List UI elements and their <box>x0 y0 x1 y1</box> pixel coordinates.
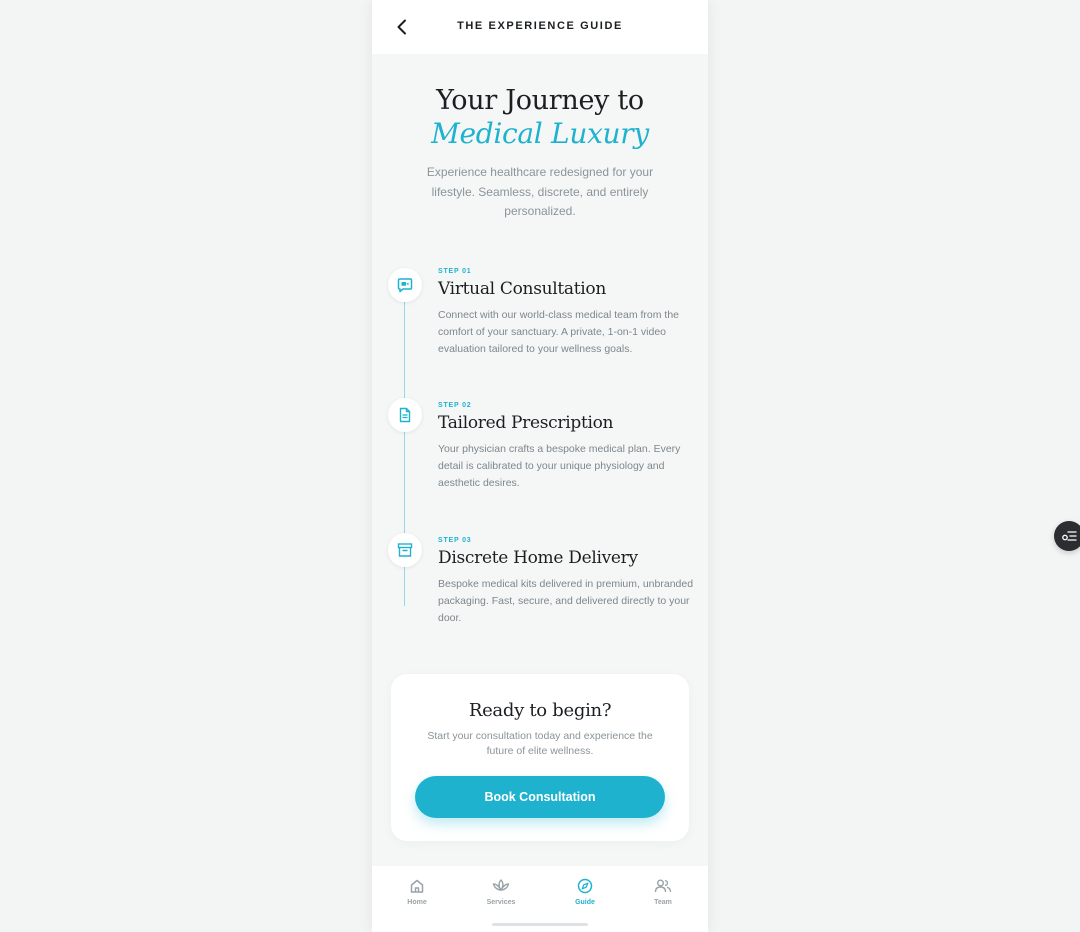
cta-card: Ready to begin? Start your consultation … <box>391 674 689 841</box>
archive-box-icon <box>397 543 413 557</box>
step-label: STEP 01 <box>438 268 472 275</box>
top-bar: THE EXPERIENCE GUIDE <box>372 0 708 54</box>
nav-item-home[interactable]: Home <box>387 876 447 906</box>
nav-item-services[interactable]: Services <box>471 876 531 906</box>
phone-screen: THE EXPERIENCE GUIDE Your Journey to Med… <box>372 0 708 932</box>
floating-settings-button[interactable] <box>1054 521 1080 551</box>
nav-label: Services <box>486 899 516 906</box>
step-description: Bespoke medical kits delivered in premiu… <box>438 578 694 625</box>
step-icon-circle <box>388 533 422 567</box>
video-chat-icon <box>397 278 413 293</box>
step-body: STEP 01 Virtual Consultation Connect wit… <box>438 268 694 359</box>
hero-subtitle: Experience healthcare redesigned for you… <box>426 165 654 218</box>
nav-label: Team <box>654 899 672 906</box>
step-title: Virtual Consultation <box>438 279 607 299</box>
step-body: STEP 02 Tailored Prescription Your physi… <box>438 402 694 493</box>
cta-title: Ready to begin? <box>468 700 612 721</box>
document-icon <box>399 407 411 423</box>
book-consultation-button[interactable]: Book Consultation <box>415 776 665 818</box>
nav-label: Guide <box>575 899 595 906</box>
step-title: Tailored Prescription <box>438 413 614 433</box>
step-title: Discrete Home Delivery <box>438 548 638 568</box>
step-description: Connect with our world-class medical tea… <box>438 309 680 356</box>
step-label: STEP 03 <box>438 537 472 544</box>
home-icon <box>410 879 424 893</box>
cta-subtitle: Start your consultation today and experi… <box>427 730 653 757</box>
home-indicator <box>492 923 588 926</box>
nav-label: Home <box>407 899 427 906</box>
step-icon-circle <box>388 268 422 302</box>
step-icon-circle <box>388 398 422 432</box>
step-body: STEP 03 Discrete Home Delivery Bespoke m… <box>438 537 694 628</box>
step-label: STEP 02 <box>438 402 472 409</box>
page-title: THE EXPERIENCE GUIDE <box>457 20 623 32</box>
lotus-icon <box>492 879 510 891</box>
bottom-nav: Home Services Guide Team <box>372 866 708 932</box>
filter-toggle-icon <box>1062 531 1077 541</box>
nav-item-team[interactable]: Team <box>633 876 693 906</box>
team-icon <box>654 879 672 893</box>
hero-accent-title: Medical Luxury <box>431 117 649 150</box>
hero-title: Your Journey to <box>436 85 644 116</box>
compass-icon <box>577 878 593 894</box>
nav-item-guide[interactable]: Guide <box>555 876 615 906</box>
hero-section: Your Journey to Medical Luxury Experienc… <box>372 84 708 222</box>
step-description: Your physician crafts a bespoke medical … <box>438 443 681 490</box>
